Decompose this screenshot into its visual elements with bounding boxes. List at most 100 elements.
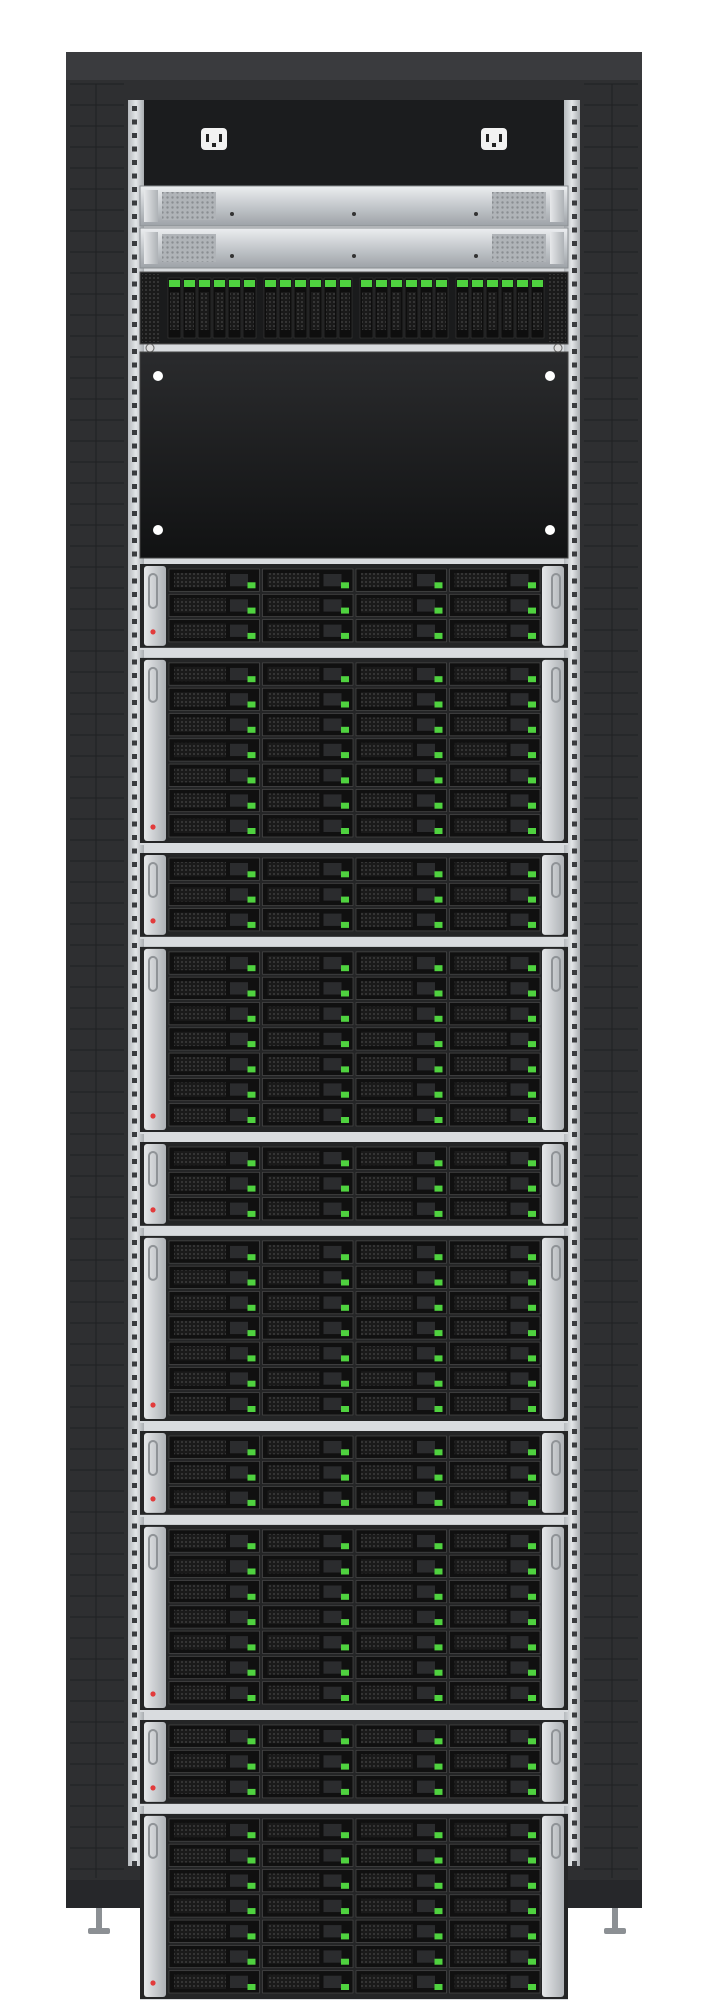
activity-led-icon (528, 1499, 536, 1506)
activity-led-icon (247, 1857, 256, 1864)
activity-led-icon (341, 1117, 349, 1123)
drive-bay (355, 908, 447, 932)
activity-led-icon (434, 676, 443, 683)
drive-bay (168, 857, 260, 881)
activity-led-icon (528, 1882, 536, 1889)
activity-led-icon (247, 1568, 256, 1575)
drive-bay (355, 1681, 447, 1705)
activity-led-icon (528, 1474, 536, 1481)
activity-led-icon (247, 1619, 256, 1626)
drive-bay (449, 1605, 541, 1629)
left-mounting-ear (144, 1237, 166, 1419)
left-mounting-ear (144, 1526, 166, 1708)
drive-bay (168, 1197, 260, 1221)
drive-bay (355, 1197, 447, 1221)
storage-enclosure (140, 946, 568, 1134)
status-led-icon (150, 1980, 156, 1986)
activity-led-icon (434, 1695, 443, 1701)
drive-bay (449, 1970, 541, 1994)
drive-bay (262, 1869, 354, 1893)
drive-bay (168, 1316, 260, 1340)
activity-led-icon (434, 726, 443, 733)
activity-led-icon (434, 1832, 443, 1839)
activity-led-icon (341, 1091, 349, 1098)
drive-bay (262, 1291, 354, 1315)
drive-bay (355, 1486, 447, 1510)
drive-bay (168, 593, 260, 617)
activity-led-icon (528, 1091, 536, 1098)
drive-bay (355, 1002, 447, 1026)
blank-panel (139, 351, 569, 559)
screw-icon (545, 525, 555, 535)
drive-array (139, 271, 569, 353)
activity-led-icon (341, 1788, 349, 1795)
activity-led-icon (247, 1406, 256, 1412)
activity-led-icon (247, 1117, 256, 1123)
activity-led-icon (434, 1330, 443, 1337)
activity-led-icon (434, 1984, 443, 1990)
drive-bay (355, 713, 447, 737)
drive-bay (262, 1486, 354, 1510)
drive-bay (449, 976, 541, 1000)
activity-led-icon (528, 1593, 536, 1600)
drive-bay (262, 1529, 354, 1553)
activity-led-icon (528, 676, 536, 683)
storage-enclosure (140, 657, 568, 845)
activity-led-icon (247, 1279, 256, 1286)
activity-led-icon (434, 1355, 443, 1362)
activity-led-icon (434, 1738, 443, 1745)
drive-bay (455, 277, 470, 339)
drive-bay (262, 951, 354, 975)
power-distribution-unit (144, 100, 564, 186)
drive-bay (262, 1367, 354, 1391)
activity-led-icon (528, 1304, 536, 1311)
activity-led-icon (247, 777, 256, 784)
activity-led-icon (341, 777, 349, 784)
drive-bay (355, 1945, 447, 1969)
activity-led-icon (341, 582, 349, 589)
activity-led-icon (528, 1619, 536, 1626)
drive-bay (262, 1002, 354, 1026)
activity-led-icon (434, 1474, 443, 1481)
drive-bay (168, 1486, 260, 1510)
activity-led-icon (247, 1015, 256, 1022)
activity-led-icon (528, 896, 536, 903)
activity-led-icon (247, 1788, 256, 1795)
activity-led-icon (528, 701, 536, 708)
drive-bay (449, 1749, 541, 1773)
drive-bay (323, 277, 338, 339)
drive-bay (449, 1945, 541, 1969)
activity-led-icon (247, 1933, 256, 1940)
activity-led-icon (528, 1933, 536, 1940)
activity-led-icon (341, 1279, 349, 1286)
drive-bay (449, 1843, 541, 1867)
drive-bay (167, 277, 182, 339)
drive-bay (262, 1894, 354, 1918)
drive-bay (168, 763, 260, 787)
drive-bay (262, 1554, 354, 1578)
activity-led-icon (528, 1015, 536, 1022)
drive-bay (470, 277, 485, 339)
activity-led-icon (247, 1304, 256, 1311)
drive-bay (338, 277, 353, 339)
drive-bay (168, 1605, 260, 1629)
storage-enclosure (140, 1813, 568, 2000)
drive-bay (355, 1869, 447, 1893)
storage-enclosures (140, 564, 568, 2000)
activity-led-icon (341, 896, 349, 903)
activity-led-icon (247, 1210, 256, 1217)
activity-led-icon (341, 1933, 349, 1940)
drive-bay (355, 1554, 447, 1578)
drive-bay (168, 1818, 260, 1842)
drive-bay (355, 593, 447, 617)
drive-bay (308, 277, 323, 339)
activity-led-icon (341, 1669, 349, 1676)
status-led-icon (150, 629, 156, 635)
activity-led-icon (434, 701, 443, 708)
activity-led-icon (434, 1669, 443, 1676)
drive-bay (449, 1656, 541, 1680)
drive-bay (197, 277, 212, 339)
drive-bay (168, 1580, 260, 1604)
activity-led-icon (528, 802, 536, 809)
drive-bay (168, 882, 260, 906)
